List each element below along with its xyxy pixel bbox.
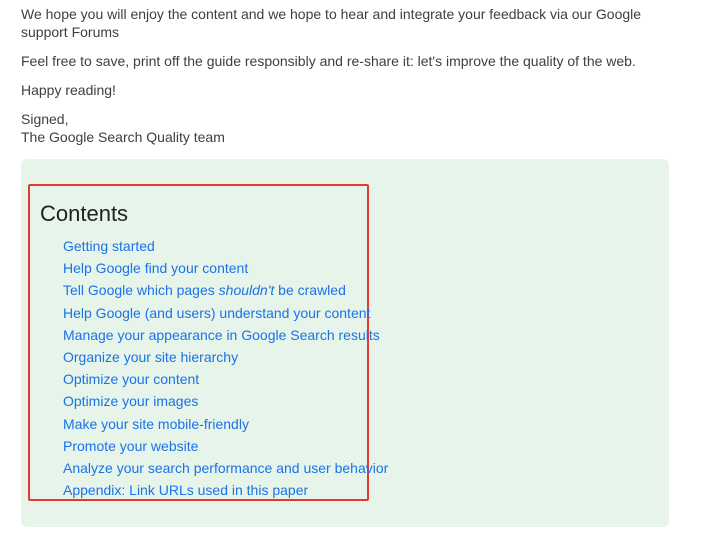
toc-item: Help Google find your content	[63, 258, 388, 280]
toc-link-appendix[interactable]: Appendix: Link URLs used in this paper	[63, 482, 308, 498]
toc-link-promote-website[interactable]: Promote your website	[63, 438, 198, 454]
intro-paragraph: Happy reading!	[21, 82, 116, 98]
toc-item: Appendix: Link URLs used in this paper	[63, 480, 388, 502]
toc-item: Make your site mobile-friendly	[63, 414, 388, 436]
toc-item: Getting started	[63, 236, 388, 258]
contents-title: Contents	[40, 201, 129, 226]
toc-link-text: Tell Google which pages	[63, 282, 219, 299]
toc-item: Tell Google which pages shouldn't be cra…	[63, 280, 388, 302]
toc-link-getting-started[interactable]: Getting started	[63, 238, 155, 254]
toc-link-help-google-find[interactable]: Help Google find your content	[63, 260, 248, 276]
toc-link-manage-appearance[interactable]: Manage your appearance in Google Search …	[63, 327, 380, 343]
toc-item: Organize your site hierarchy	[63, 347, 388, 369]
toc-item: Promote your website	[63, 436, 388, 458]
toc-link-mobile-friendly[interactable]: Make your site mobile-friendly	[63, 416, 249, 432]
signature-team: The Google Search Quality team	[21, 129, 225, 145]
table-of-contents: Getting started Help Google find your co…	[63, 236, 388, 502]
toc-link-site-hierarchy[interactable]: Organize your site hierarchy	[63, 349, 238, 365]
intro-paragraph: Feel free to save, print off the guide r…	[21, 53, 636, 69]
toc-item: Optimize your images	[63, 391, 388, 413]
toc-item: Analyze your search performance and user…	[63, 458, 388, 480]
toc-item: Help Google (and users) understand your …	[63, 303, 388, 325]
intro-section: We hope you will enjoy the content and w…	[21, 5, 661, 146]
signature-line: Signed,	[21, 111, 69, 127]
toc-link-shouldnt-be-crawled[interactable]: Tell Google which pages shouldn't be cra…	[63, 282, 346, 298]
toc-link-text: be crawled	[274, 282, 346, 299]
toc-link-optimize-content[interactable]: Optimize your content	[63, 371, 199, 387]
toc-link-analyze-performance[interactable]: Analyze your search performance and user…	[63, 460, 388, 476]
toc-link-emphasis: shouldn't	[218, 282, 275, 299]
toc-item: Optimize your content	[63, 369, 388, 391]
toc-link-optimize-images[interactable]: Optimize your images	[63, 393, 198, 409]
intro-paragraph: We hope you will enjoy the content and w…	[21, 6, 642, 40]
toc-item: Manage your appearance in Google Search …	[63, 325, 388, 347]
toc-link-understand-content[interactable]: Help Google (and users) understand your …	[63, 305, 370, 321]
